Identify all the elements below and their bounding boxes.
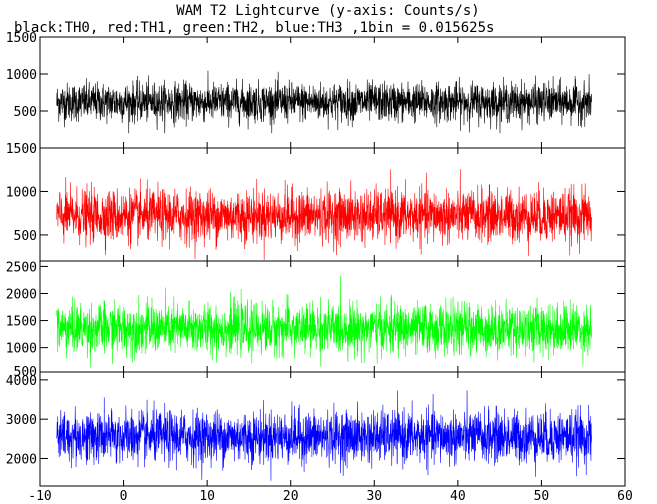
x-tick-label: 40 — [450, 489, 466, 504]
x-tick-label: 0 — [120, 489, 128, 504]
y-tick-label: 1000 — [6, 342, 37, 357]
x-tick-label: 10 — [199, 489, 215, 504]
x-tick-label: 20 — [283, 489, 299, 504]
chart-subtitle: black:TH0, red:TH1, green:TH2, blue:TH3 … — [14, 20, 494, 36]
x-tick-label: -10 — [28, 489, 51, 504]
panel-th2: 1000 1500 2000 2500 — [6, 260, 626, 373]
y-tick-label: 500 — [14, 105, 37, 120]
y-tick-label: 1500 — [6, 31, 37, 46]
lightcurve-trace-th3 — [56, 390, 592, 481]
y-tick-label: 2000 — [6, 452, 37, 467]
y-tick-label: 1000 — [6, 68, 37, 83]
x-tick-label: 30 — [366, 489, 382, 504]
panels-group: 500 1000 1500 500 1000 1500 1000 1500 2000 2500 20… — [6, 31, 626, 487]
panel-th0: 500 1000 1500 — [6, 31, 626, 149]
chart-title: WAM T2 Lightcurve (y-axis: Counts/s) — [176, 3, 479, 19]
lightcurve-trace-th1 — [56, 169, 592, 260]
y-tick-label: 500 — [14, 229, 37, 244]
x-tick-label: 50 — [534, 489, 550, 504]
y-tick-label: 1500 — [6, 142, 37, 157]
panel-th1: 500 1000 1500 — [6, 142, 626, 262]
lightcurve-trace-th0 — [56, 70, 592, 134]
lightcurve-figure: WAM T2 Lightcurve (y-axis: Counts/s) bla… — [6, 3, 633, 504]
y-tick-label: 1000 — [6, 185, 37, 200]
lightcurve-trace-th2 — [56, 275, 592, 368]
panel-th3: 200030004000 — [6, 371, 626, 487]
overlap-tick-label: 500 — [14, 365, 37, 380]
y-tick-label: 1500 — [6, 315, 37, 330]
y-tick-label: 2500 — [6, 260, 37, 275]
y-tick-label: 3000 — [6, 413, 37, 428]
y-tick-label: 2000 — [6, 287, 37, 302]
x-tick-label: 60 — [617, 489, 633, 504]
